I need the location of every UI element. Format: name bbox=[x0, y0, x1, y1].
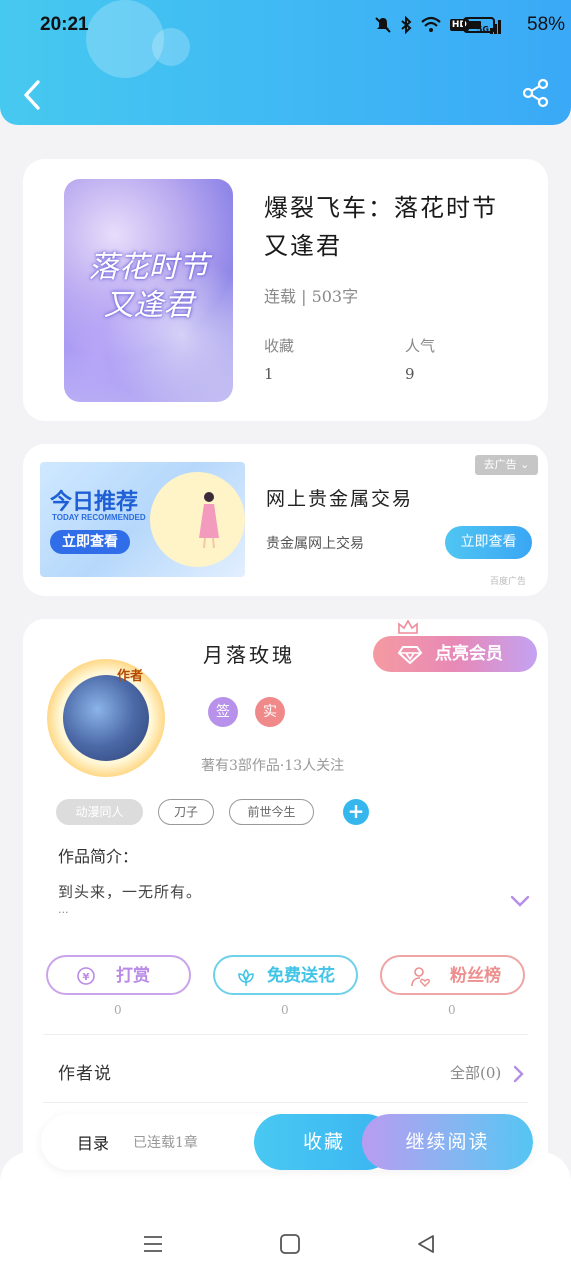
menu-icon[interactable] bbox=[142, 1233, 164, 1255]
tag-angst[interactable]: 刀子 bbox=[158, 799, 214, 825]
book-info-card: 落花时节又逢君 爆裂飞车：落花时节又逢君 连载 | 503字 收藏 1 人气 9 bbox=[23, 159, 548, 421]
vip-button-label: 点亮会员 bbox=[435, 644, 503, 664]
tip-count: 0 bbox=[114, 1003, 122, 1017]
yen-coin-icon: ¥ bbox=[77, 967, 95, 985]
ad-image-button: 立即查看 bbox=[50, 530, 130, 554]
chevron-down-icon: ⌄ bbox=[520, 458, 530, 471]
svg-text:¥: ¥ bbox=[83, 972, 90, 983]
ad-image[interactable]: 今日推荐 TODAY RECOMMENDED 立即查看 bbox=[40, 462, 245, 577]
stat-value-popularity: 9 bbox=[405, 365, 415, 383]
author-badge: 作者 bbox=[117, 669, 144, 684]
home-square-icon[interactable] bbox=[279, 1233, 301, 1255]
ad-card[interactable]: 今日推荐 TODAY RECOMMENDED 立即查看 去广告 ⌄ 网上贵金属交… bbox=[23, 444, 548, 596]
signed-badge: 签 bbox=[208, 697, 238, 727]
fan-ranking-label: 粉丝榜 bbox=[450, 966, 501, 986]
author-name[interactable]: 月落玫瑰 bbox=[203, 639, 295, 668]
crown-icon bbox=[398, 619, 418, 634]
chevron-right-icon[interactable] bbox=[512, 1064, 526, 1084]
mute-icon bbox=[375, 17, 391, 33]
continue-reading-button[interactable]: 继续阅读 bbox=[362, 1114, 533, 1170]
wifi-icon bbox=[421, 16, 441, 32]
verified-badge: 实 bbox=[255, 697, 285, 727]
tip-label: 打赏 bbox=[116, 966, 150, 986]
intro-ellipsis: ... bbox=[58, 903, 69, 916]
book-cover[interactable]: 落花时节又逢君 bbox=[64, 179, 233, 402]
divider bbox=[43, 1034, 528, 1035]
author-say-heading: 作者说 bbox=[58, 1064, 112, 1084]
remove-ad-button[interactable]: 去广告 ⌄ bbox=[475, 455, 538, 475]
send-flower-label: 免费送花 bbox=[267, 966, 335, 986]
stat-value-favorites: 1 bbox=[264, 365, 274, 383]
bluetooth-icon bbox=[401, 16, 412, 34]
chevron-down-icon[interactable] bbox=[509, 893, 531, 909]
book-status: 连载 | 503字 bbox=[264, 287, 359, 306]
cover-title-art: 落花时节又逢君 bbox=[88, 250, 209, 323]
back-button[interactable] bbox=[18, 78, 48, 112]
vip-button[interactable]: 点亮会员 bbox=[373, 636, 537, 672]
avatar bbox=[63, 675, 149, 761]
header: 20:21 HD 5G 58% bbox=[0, 0, 571, 125]
verified-badge-label: 实 bbox=[263, 704, 277, 720]
author-meta: 著有3部作品·13人关注 bbox=[201, 758, 345, 774]
flower-icon bbox=[238, 968, 254, 986]
ad-girl-figure bbox=[199, 492, 219, 549]
add-tag-button[interactable]: + bbox=[343, 799, 369, 825]
fan-count: 0 bbox=[448, 1003, 456, 1017]
remove-ad-label: 去广告 bbox=[483, 458, 517, 471]
ad-image-title: 今日推荐 bbox=[50, 489, 139, 514]
back-triangle-icon[interactable] bbox=[415, 1233, 437, 1255]
share-icon bbox=[522, 78, 549, 108]
ad-description: 贵金属网上交易 bbox=[266, 536, 364, 552]
ad-title: 网上贵金属交易 bbox=[266, 488, 414, 510]
status-bar: 20:21 HD 5G 58% bbox=[0, 0, 571, 52]
tag-past-life[interactable]: 前世今生 bbox=[229, 799, 314, 825]
fan-ranking-button[interactable]: 粉丝榜 bbox=[380, 955, 525, 995]
share-button[interactable] bbox=[521, 78, 551, 108]
signed-badge-label: 签 bbox=[216, 704, 230, 720]
battery-icon bbox=[463, 17, 495, 33]
divider bbox=[43, 1102, 528, 1103]
battery-percent: 58% bbox=[527, 14, 566, 35]
send-flower-button[interactable]: 免费送花 bbox=[213, 955, 358, 995]
book-title: 爆裂飞车：落花时节又逢君 bbox=[264, 194, 498, 260]
tag-fan-fiction[interactable]: 动漫同人 bbox=[56, 799, 143, 825]
stat-label-favorites: 收藏 bbox=[264, 337, 295, 355]
tip-button[interactable]: ¥ 打赏 bbox=[46, 955, 191, 995]
user-heart-icon bbox=[411, 967, 430, 987]
author-avatar-frame[interactable]: 作者 bbox=[47, 659, 165, 777]
status-time: 20:21 bbox=[40, 14, 89, 35]
stat-label-popularity: 人气 bbox=[405, 337, 436, 355]
flower-count: 0 bbox=[281, 1003, 289, 1017]
ad-view-button[interactable]: 立即查看 bbox=[445, 526, 532, 559]
toc-button[interactable]: 目录 bbox=[77, 1130, 109, 1154]
ad-source: 百度广告 bbox=[489, 577, 526, 587]
system-nav-bar bbox=[0, 1215, 571, 1275]
chevron-left-icon bbox=[24, 80, 40, 110]
bottom-action-bar: 目录 已连载1章 收藏 继续阅读 bbox=[41, 1114, 533, 1170]
author-say-all-link[interactable]: 全部(0) bbox=[450, 1062, 501, 1083]
intro-text: 到头来，一无所有。 bbox=[58, 883, 203, 901]
intro-label: 作品简介： bbox=[58, 847, 139, 866]
serial-progress: 已连载1章 bbox=[133, 1135, 198, 1151]
ad-image-subtitle: TODAY RECOMMENDED bbox=[52, 513, 146, 522]
diamond-icon bbox=[397, 646, 423, 665]
